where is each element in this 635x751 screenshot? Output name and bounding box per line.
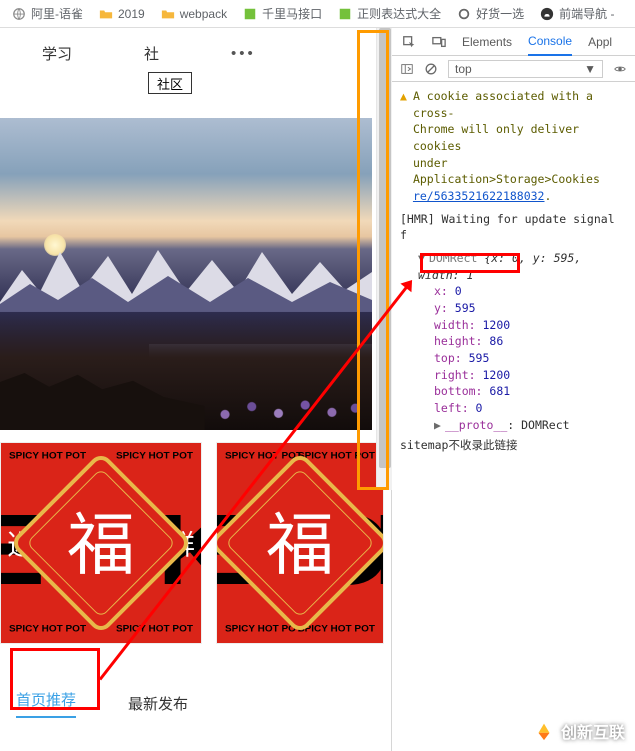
console-warning: ▲ A cookie associated with a cross- Chro… (400, 88, 627, 205)
device-icon[interactable] (432, 35, 446, 49)
tab-home-recommend[interactable]: 首页推荐 (16, 689, 76, 718)
bottom-tabs: 首页推荐 最新发布 (0, 655, 391, 751)
bookmark-label: 2019 (118, 7, 145, 21)
folder-icon (99, 7, 113, 21)
disclosure-icon[interactable]: ▶ (434, 418, 441, 432)
banner-image (0, 118, 372, 430)
card-corner-text: SPICY HOT POT (116, 452, 193, 462)
console-toolbar: top ▼ (392, 56, 635, 82)
nav-item-community[interactable]: 社 (144, 43, 159, 64)
watermark-text: 创新互联 (561, 719, 625, 743)
bookmark-item[interactable]: 正则表达式大全 (338, 5, 441, 22)
site-icon (243, 7, 257, 21)
card-corner-text: SPICY HOT POT (116, 625, 193, 635)
warn-link[interactable]: re/5633521622188032 (413, 189, 545, 203)
scroll-thumb[interactable] (379, 28, 391, 468)
main-character: 福 (67, 490, 135, 589)
flowers (205, 378, 372, 430)
github-icon (540, 7, 554, 21)
card-corner-text: SPICY HOT POT (9, 625, 86, 635)
globe-icon (12, 7, 26, 21)
bookmarks-bar: 阿里-语雀 2019 webpack 千里马接口 正则表达式大全 好货一选 前端… (0, 0, 635, 28)
promo-card[interactable]: SPICY HOT POT SPICY HOT POT SPICY HOT PO… (216, 442, 384, 644)
main-character: 福 (266, 490, 334, 589)
context-selector[interactable]: top ▼ (448, 60, 603, 78)
chevron-down-icon: ▼ (584, 61, 596, 77)
obj-prop: height: 86 (400, 333, 627, 350)
eye-icon[interactable] (613, 62, 627, 76)
obj-prop: y: 595 (400, 300, 627, 317)
obj-prop: bottom: 681 (400, 383, 627, 400)
warn-icon: ▲ (400, 88, 407, 205)
obj-proto[interactable]: ▶__proto__: DOMRect (400, 417, 627, 434)
bookmark-item[interactable]: 千里马接口 (243, 5, 322, 22)
obj-prop: x: 0 (400, 283, 627, 300)
devtools-panel: Elements Console Appl top ▼ ▲ A cookie a… (392, 28, 635, 751)
top-nav: 学习 社 ••• (0, 28, 391, 78)
bookmark-label: 正则表达式大全 (357, 5, 441, 22)
card-corner-text: SPICY HOT POT (9, 452, 86, 462)
bookmark-item[interactable]: 好货一选 (457, 5, 524, 22)
mountains (0, 242, 372, 312)
console-object[interactable]: ▼DOMRect {x: 0, y: 595, width: 1 (400, 250, 627, 283)
circle-icon (457, 7, 471, 21)
bookmark-label: 阿里-语雀 (31, 5, 83, 22)
watermark: 创新互联 (533, 719, 625, 743)
context-label: top (455, 61, 472, 77)
clear-console-icon[interactable] (424, 62, 438, 76)
obj-prop-top: top: 595 (400, 350, 627, 367)
bookmark-label: 好货一选 (476, 5, 524, 22)
bookmark-label: 千里马接口 (262, 5, 322, 22)
tab-application[interactable]: Appl (588, 35, 612, 49)
community-box[interactable]: 社区 (148, 72, 192, 94)
console-output[interactable]: ▲ A cookie associated with a cross- Chro… (392, 82, 635, 751)
vertical-scrollbar[interactable] (376, 28, 392, 490)
nav-more-icon[interactable]: ••• (231, 45, 256, 62)
bookmark-item[interactable]: webpack (161, 7, 227, 21)
bookmark-label: 前端导航 - (559, 5, 614, 22)
card-corner-text: SPICY HOT POT (298, 625, 375, 635)
disclosure-icon[interactable]: ▼ (418, 251, 425, 265)
watermark-icon (533, 720, 555, 742)
folder-icon (161, 7, 175, 21)
bookmark-label: webpack (180, 7, 227, 21)
cards-row: SPICY HOT POT SPICY HOT POT SPICY HOT PO… (0, 442, 384, 644)
tab-latest[interactable]: 最新发布 (128, 693, 188, 714)
sidebar-toggle-icon[interactable] (400, 62, 414, 76)
bookmark-item[interactable]: 前端导航 - (540, 5, 614, 22)
page-viewport: 学习 社 ••• 社区 SPICY HOT POT SPICY HOT POT … (0, 28, 392, 751)
promo-card[interactable]: SPICY HOT POT SPICY HOT POT SPICY HOT PO… (0, 442, 202, 644)
bookmark-item[interactable]: 阿里-语雀 (12, 5, 83, 22)
devtools-tabs: Elements Console Appl (392, 28, 635, 56)
console-line: sitemap不收录此链接 (400, 437, 627, 454)
bookmark-item[interactable]: 2019 (99, 7, 145, 21)
console-line: [HMR] Waiting for update signal f (400, 211, 627, 244)
obj-prop: right: 1200 (400, 367, 627, 384)
nav-item-study[interactable]: 学习 (42, 43, 72, 64)
site-icon (338, 7, 352, 21)
tab-console[interactable]: Console (528, 34, 572, 56)
obj-prop: left: 0 (400, 400, 627, 417)
obj-prop: width: 1200 (400, 317, 627, 334)
tab-elements[interactable]: Elements (462, 35, 512, 49)
inspect-icon[interactable] (402, 35, 416, 49)
